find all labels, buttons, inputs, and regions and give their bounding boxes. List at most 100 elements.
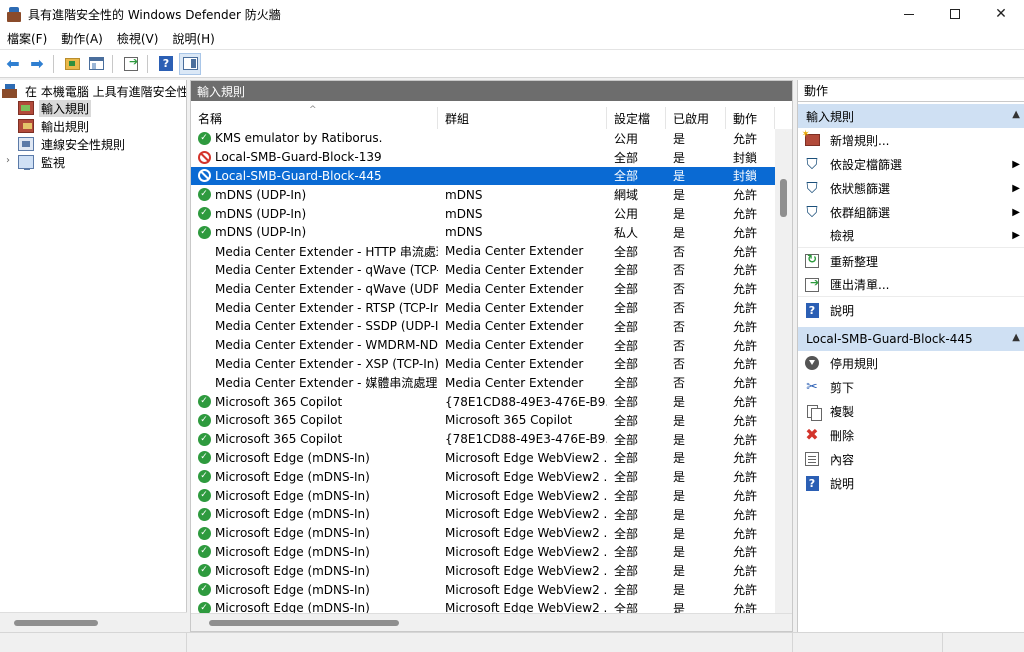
- cell-profile: 全部: [614, 564, 639, 579]
- tree-item-inbound-rules[interactable]: 輸入規則: [18, 99, 92, 117]
- cell-profile: 網域: [614, 188, 639, 203]
- menu-help[interactable]: 說明(H): [165, 30, 221, 47]
- menu-action[interactable]: 動作(A): [54, 30, 110, 47]
- cell-name: ✓ Microsoft 365 Copilot: [191, 430, 438, 449]
- action-refresh[interactable]: 重新整理: [798, 249, 1024, 273]
- table-row[interactable]: Local-SMB-Guard-Block-445 全部 是 封鎖: [191, 166, 775, 186]
- cell-action: 允許: [733, 526, 758, 541]
- table-row[interactable]: ✓ Microsoft Edge (mDNS-In) Microsoft Edge …: [191, 467, 775, 486]
- table-row[interactable]: ✓ Microsoft Edge (mDNS-In) Microsoft Edge …: [191, 580, 775, 599]
- scrollbar-thumb[interactable]: [209, 620, 399, 626]
- table-row[interactable]: Media Center Extender - 媒體串流處理 (... Media…: [191, 373, 775, 392]
- table-row[interactable]: Media Center Extender - XSP (TCP-In) Medi…: [191, 355, 775, 374]
- table-row[interactable]: Media Center Extender - WMDRM-ND/... Medi…: [191, 336, 775, 355]
- action-new-rule[interactable]: 新增規則...: [798, 128, 1024, 152]
- menu-view[interactable]: 檢視(V): [110, 30, 166, 47]
- cell-group: [438, 129, 607, 148]
- action-filter-by-group[interactable]: ⛉ 依群組篩選 ▶: [798, 200, 1024, 224]
- rule-status-slot: ✓: [197, 432, 211, 446]
- cell-name: ✓ Microsoft 365 Copilot: [191, 392, 438, 411]
- rule-status-slot: [197, 319, 211, 333]
- table-row[interactable]: ✓ Microsoft 365 Copilot {78E1CD88-49E3-476…: [191, 392, 775, 411]
- action-cut[interactable]: ✂ 剪下: [798, 375, 1024, 399]
- forward-button[interactable]: ➡: [26, 53, 48, 75]
- table-row[interactable]: ✓ Microsoft 365 Copilot Microsoft 365 Copi…: [191, 411, 775, 430]
- collapse-icon[interactable]: ▲: [1012, 109, 1020, 120]
- cell-profile: 全部: [614, 169, 639, 184]
- table-row[interactable]: Media Center Extender - qWave (TCP-In) Me…: [191, 261, 775, 280]
- action-help[interactable]: ? 說明: [798, 298, 1024, 322]
- actions-section-inbound-rules[interactable]: 輸入規則 ▲: [798, 104, 1024, 128]
- table-row[interactable]: ✓ Microsoft Edge (mDNS-In) Microsoft Edge …: [191, 561, 775, 580]
- action-filter-by-state[interactable]: ⛉ 依狀態篩選 ▶: [798, 176, 1024, 200]
- action-help-rule[interactable]: ? 說明: [798, 471, 1024, 495]
- rule-status-slot: [197, 169, 211, 183]
- column-header-profile[interactable]: 設定檔: [607, 107, 666, 129]
- table-row[interactable]: ✓ Microsoft Edge (mDNS-In) Microsoft Edge …: [191, 524, 775, 543]
- table-row[interactable]: Media Center Extender - SSDP (UDP-In) Med…: [191, 317, 775, 336]
- table-row[interactable]: ✓ Microsoft Edge (mDNS-In) Microsoft Edge …: [191, 449, 775, 468]
- table-row[interactable]: Media Center Extender - RTSP (TCP-In) Med…: [191, 298, 775, 317]
- rule-status-slot: [197, 338, 211, 352]
- minimize-button[interactable]: [886, 0, 932, 28]
- up-folder-button[interactable]: [61, 53, 83, 75]
- cell-action: 允許: [733, 207, 758, 222]
- table-row[interactable]: Media Center Extender - HTTP 串流處理... Medi…: [191, 242, 775, 261]
- action-export-list[interactable]: 匯出清單...: [798, 273, 1024, 297]
- action-copy[interactable]: 複製: [798, 399, 1024, 423]
- table-row[interactable]: ✓ mDNS (UDP-In) mDNS 私人 是 允許: [191, 223, 775, 242]
- toolbar-separator: [112, 54, 113, 73]
- cell-group: mDNS: [445, 187, 483, 202]
- column-header-group[interactable]: 群組: [438, 107, 607, 129]
- cell-name: ✓ Microsoft Edge (mDNS-In): [191, 505, 438, 524]
- column-header-enabled[interactable]: 已啟用: [666, 107, 726, 129]
- rule-name: Media Center Extender - 媒體串流處理 (...: [215, 376, 438, 391]
- table-row[interactable]: ✓ Microsoft Edge (mDNS-In) Microsoft Edge …: [191, 543, 775, 562]
- column-header-name[interactable]: 名稱 ^: [191, 105, 438, 129]
- cell-name: ✓ Microsoft Edge (mDNS-In): [191, 486, 438, 505]
- close-button[interactable]: ✕: [978, 0, 1024, 28]
- table-row[interactable]: Local-SMB-Guard-Block-139 全部 是 封鎖: [191, 148, 775, 167]
- back-button[interactable]: ⬅: [2, 53, 24, 75]
- table-row[interactable]: ✓ Microsoft 365 Copilot {78E1CD88-49E3-476…: [191, 430, 775, 449]
- action-delete[interactable]: ✖ 刪除: [798, 423, 1024, 447]
- tree-item-label: 監視: [41, 155, 66, 170]
- column-header-action[interactable]: 動作: [726, 107, 775, 129]
- scrollbar-thumb[interactable]: [14, 620, 98, 626]
- show-hide-action-pane-button[interactable]: [179, 52, 201, 75]
- tree-item-outbound-rules[interactable]: 輸出規則: [18, 117, 91, 135]
- table-row[interactable]: ✓ mDNS (UDP-In) mDNS 公用 是 允許: [191, 204, 775, 223]
- status-segment: [0, 633, 187, 652]
- cell-enabled: 是: [673, 169, 686, 184]
- list-vertical-scrollbar[interactable]: [775, 129, 792, 613]
- table-row[interactable]: Media Center Extender - qWave (UDP-In) Me…: [191, 279, 775, 298]
- tree-root[interactable]: 在 本機電腦 上具有進階安全性的 Windows Defender 防火牆: [2, 82, 186, 100]
- actions-section-selected-rule[interactable]: Local-SMB-Guard-Block-445 ▲: [798, 327, 1024, 351]
- help-button[interactable]: ?: [155, 53, 177, 75]
- action-filter-by-profile[interactable]: ⛉ 依設定檔篩選 ▶: [798, 152, 1024, 176]
- action-properties[interactable]: 內容: [798, 447, 1024, 471]
- rule-status-slot: ✓: [197, 583, 211, 597]
- list-horizontal-scrollbar[interactable]: [191, 613, 792, 631]
- tree-item-connection-security-rules[interactable]: 連線安全性規則: [18, 135, 127, 153]
- cell-enabled: 是: [673, 545, 686, 560]
- collapse-icon[interactable]: ▲: [1012, 332, 1020, 343]
- table-row[interactable]: ✓ KMS emulator by Ratiborus. 公用 是 允許: [191, 129, 775, 148]
- show-hide-tree-button[interactable]: [85, 53, 107, 75]
- expand-chevron-icon[interactable]: ›: [6, 155, 10, 166]
- menu-file[interactable]: 檔案(F): [0, 30, 54, 47]
- cell-profile: 全部: [614, 507, 639, 522]
- table-row[interactable]: ✓ Microsoft Edge (mDNS-In) Microsoft Edge …: [191, 486, 775, 505]
- help-icon: ?: [805, 475, 819, 491]
- action-view[interactable]: 檢視 ▶: [798, 224, 1024, 248]
- export-list-button[interactable]: [120, 53, 142, 75]
- scrollbar-thumb[interactable]: [780, 179, 787, 217]
- tree-item-monitoring[interactable]: 監視: [18, 153, 67, 171]
- action-disable-rule[interactable]: 停用規則: [798, 351, 1024, 375]
- maximize-button[interactable]: [932, 0, 978, 28]
- tree-horizontal-scrollbar[interactable]: [0, 612, 187, 632]
- table-row[interactable]: ✓ mDNS (UDP-In) mDNS 網域 是 允許: [191, 185, 775, 204]
- table-row[interactable]: ✓ Microsoft Edge (mDNS-In) Microsoft Edge …: [191, 505, 775, 524]
- rule-name: Microsoft Edge (mDNS-In): [215, 507, 370, 522]
- help-icon: ?: [805, 302, 819, 318]
